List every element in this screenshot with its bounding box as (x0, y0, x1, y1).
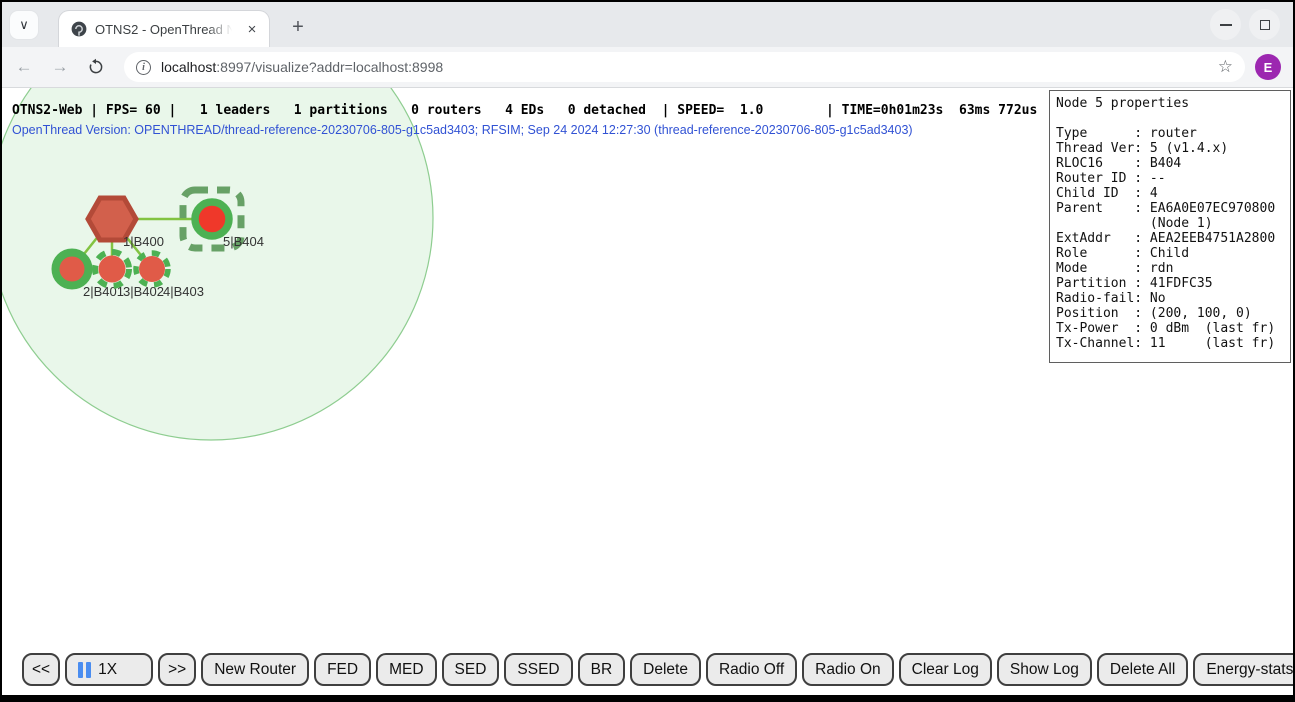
show-log-button[interactable]: Show Log (997, 653, 1092, 686)
node-5-label: 5|B404 (223, 234, 264, 249)
speed-down-button[interactable]: << (22, 653, 60, 686)
simulation-status-bar: OTNS2-Web | FPS= 60 | 1 leaders 1 partit… (12, 103, 1037, 118)
delete-all-button[interactable]: Delete All (1097, 653, 1188, 686)
bookmark-star-icon[interactable]: ☆ (1218, 57, 1233, 77)
network-canvas[interactable]: 1|B400 5|B404 2|B401 3|B402 (2, 88, 1047, 695)
site-info-icon[interactable]: i (136, 60, 151, 75)
node-4-circle[interactable] (139, 256, 165, 282)
node-5-circle[interactable] (195, 202, 229, 236)
node-2-circle[interactable] (56, 253, 89, 286)
tab-search-button[interactable]: ∨ (9, 10, 39, 40)
tab-otns2[interactable]: OTNS2 - OpenThread Ne × (58, 10, 270, 47)
delete-button[interactable]: Delete (630, 653, 701, 686)
navigation-bar: ← → i localhost:8997/visualize?addr=loca… (2, 47, 1293, 87)
maximize-button[interactable] (1249, 9, 1280, 40)
tab-favicon-icon (71, 21, 87, 37)
profile-avatar[interactable]: E (1255, 54, 1281, 80)
tab-close-icon[interactable]: × (243, 20, 261, 38)
forward-button[interactable]: → (46, 53, 74, 81)
url-text[interactable]: localhost:8997/visualize?addr=localhost:… (161, 59, 1208, 75)
plus-icon: + (292, 16, 304, 39)
pause-icon (78, 662, 91, 678)
back-button[interactable]: ← (10, 53, 38, 81)
node-properties-title: Node 5 properties (1056, 96, 1284, 111)
node-1-label: 1|B400 (123, 234, 164, 249)
chevron-down-icon: ∨ (19, 17, 29, 33)
energy-stats-button[interactable]: Energy-stats ↗ (1193, 653, 1293, 686)
ssed-button[interactable]: SSED (504, 653, 572, 686)
browser-window: ∨ OTNS2 - OpenThread Ne × + ← → (2, 2, 1293, 695)
med-button[interactable]: MED (376, 653, 436, 686)
back-arrow-icon: ← (16, 57, 33, 77)
action-toolbar: << 1X >> New Router FED MED SED SSED BR … (22, 653, 1293, 686)
speed-label: 1X (98, 661, 117, 679)
address-bar[interactable]: i localhost:8997/visualize?addr=localhos… (124, 52, 1245, 82)
br-button[interactable]: BR (578, 653, 626, 686)
node-4-label: 4|B403 (163, 284, 204, 299)
otns-visualizer-page: 1|B400 5|B404 2|B401 3|B402 (2, 87, 1293, 695)
reload-icon (87, 58, 105, 76)
clear-log-button[interactable]: Clear Log (899, 653, 992, 686)
speed-up-button[interactable]: >> (158, 653, 196, 686)
url-path: :8997/visualize?addr=localhost:8998 (216, 59, 443, 75)
new-router-button[interactable]: New Router (201, 653, 309, 686)
minimize-button[interactable] (1210, 9, 1241, 40)
pause-speed-button[interactable]: 1X (65, 653, 153, 686)
forward-arrow-icon: → (52, 57, 69, 77)
radio-on-button[interactable]: Radio On (802, 653, 893, 686)
node-properties-body: Type : router Thread Ver: 5 (v1.4.x) RLO… (1056, 126, 1284, 351)
maximize-icon (1260, 20, 1270, 30)
radio-off-button[interactable]: Radio Off (706, 653, 797, 686)
fed-button[interactable]: FED (314, 653, 371, 686)
tab-strip: ∨ OTNS2 - OpenThread Ne × + (2, 2, 1293, 47)
openthread-version-line: OpenThread Version: OPENTHREAD/thread-re… (12, 123, 913, 137)
reload-button[interactable] (82, 53, 110, 81)
minimize-icon (1220, 24, 1232, 26)
url-host: localhost (161, 59, 216, 75)
new-tab-button[interactable]: + (284, 13, 312, 41)
sed-button[interactable]: SED (442, 653, 500, 686)
node-3-circle[interactable] (99, 256, 126, 283)
tab-title: OTNS2 - OpenThread Ne (95, 22, 235, 37)
node-properties-panel: Node 5 properties Type : router Thread V… (1049, 90, 1291, 363)
